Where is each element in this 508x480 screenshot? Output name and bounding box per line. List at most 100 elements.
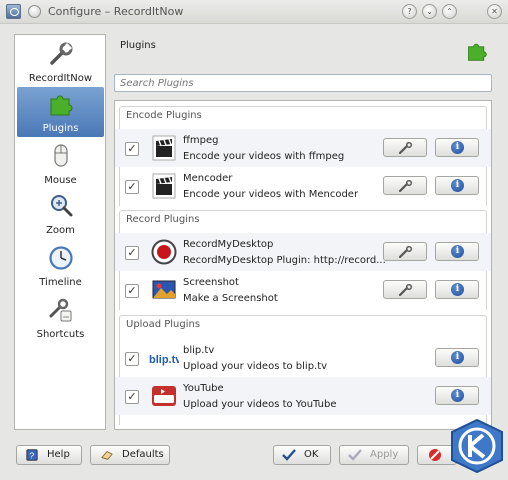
youtube-logo	[152, 386, 176, 406]
group-title: Upload Plugins	[126, 319, 201, 330]
plugin-row-screenshot: ✓ Screenshot Make a Screenshot i	[115, 271, 491, 309]
record-icon	[151, 239, 177, 265]
sidebar-item-zoom[interactable]: Zoom	[17, 189, 104, 239]
info-icon: i	[451, 245, 464, 258]
configure-plugin-button[interactable]	[383, 280, 427, 299]
plugin-description: Encode your videos with ffmpeg	[183, 151, 345, 162]
title-bar: Configure – RecordItNow ? ⌄ ⌃ ✕	[0, 0, 508, 24]
plugin-row-ffmpeg: ✓ ffmpeg Encode your videos with ffmpeg …	[115, 129, 491, 167]
checkmark-icon	[348, 449, 362, 461]
sidebar-item-label: Shortcuts	[36, 329, 85, 340]
sidebar-item-label: Plugins	[42, 123, 79, 134]
help-book-icon: ?	[26, 449, 38, 461]
info-icon: i	[451, 141, 464, 154]
plugin-checkbox[interactable]: ✓	[125, 142, 139, 156]
configure-plugin-button[interactable]	[383, 176, 427, 195]
plugin-row-youtube: ✓ YouTube Upload your videos to YouTube …	[115, 377, 491, 415]
plugin-info-button[interactable]: i	[435, 176, 479, 195]
puzzle-icon	[468, 43, 487, 61]
group-title: Encode Plugins	[126, 110, 202, 121]
plugin-info-button[interactable]: i	[435, 138, 479, 157]
sidebar-item-label: Mouse	[44, 175, 77, 186]
close-button[interactable]: ✕	[487, 4, 502, 19]
window-title: Configure – RecordItNow	[48, 5, 184, 18]
info-icon: i	[451, 179, 464, 192]
plugin-name: ffmpeg	[183, 135, 219, 146]
plugin-checkbox[interactable]: ✓	[125, 246, 139, 260]
plugin-row-mencoder: ✓ Mencoder Encode your videos with Menco…	[115, 167, 491, 205]
plugin-description: Encode your videos with Mencoder	[183, 189, 359, 200]
clock-icon	[49, 246, 73, 270]
kde-logo	[451, 418, 503, 474]
shortcuts-icon	[49, 298, 72, 322]
plugin-name: RecordMyDesktop	[183, 239, 274, 250]
sidebar-item-shortcuts[interactable]: Shortcuts	[17, 293, 104, 343]
checkmark-icon	[282, 449, 296, 461]
page-title: Plugins	[120, 40, 156, 51]
plugin-info-button[interactable]: i	[435, 348, 479, 367]
group-title: Record Plugins	[126, 214, 200, 225]
info-icon: i	[451, 389, 464, 402]
sidebar-item-timeline[interactable]: Timeline	[17, 241, 104, 291]
wrench-icon	[399, 180, 413, 192]
magnifier-icon	[51, 195, 73, 217]
maximize-button[interactable]: ⌃	[442, 4, 457, 19]
wrench-icon	[399, 246, 413, 258]
plugin-checkbox[interactable]: ✓	[125, 180, 139, 194]
sidebar-item-label: Zoom	[46, 225, 75, 236]
window-menu-icon[interactable]	[28, 5, 41, 18]
category-sidebar: RecordItNow Plugins Mouse Zoom Timeline	[14, 34, 106, 430]
plugin-info-button[interactable]: i	[435, 242, 479, 261]
wrench-icon	[399, 284, 413, 296]
app-icon[interactable]	[6, 4, 21, 19]
svg-text:?: ?	[29, 450, 34, 460]
configure-plugin-button[interactable]	[383, 138, 427, 157]
mouse-icon	[54, 144, 68, 167]
defaults-label: Defaults	[122, 449, 164, 460]
eraser-icon	[101, 451, 113, 460]
ok-label: OK	[304, 449, 319, 460]
clapperboard-icon	[152, 173, 176, 199]
plugin-name: Mencoder	[183, 173, 233, 184]
defaults-button[interactable]: Defaults	[90, 445, 170, 465]
plugin-description: RecordMyDesktop Plugin: http://record...	[183, 255, 386, 266]
configure-plugin-button[interactable]	[383, 242, 427, 261]
sidebar-item-label: Timeline	[39, 277, 82, 288]
sidebar-item-label: RecordItNow	[28, 73, 93, 84]
help-label: Help	[47, 449, 70, 460]
svg-text:blip.tv: blip.tv	[149, 354, 179, 366]
info-icon: i	[451, 283, 464, 296]
puzzle-icon	[50, 95, 73, 116]
plugin-description: Upload your videos to YouTube	[183, 399, 337, 410]
apply-label: Apply	[370, 449, 399, 460]
clapperboard-icon	[152, 135, 176, 161]
ok-button[interactable]: OK	[273, 445, 331, 465]
screenshot-icon	[152, 280, 176, 299]
plugin-info-button[interactable]: i	[435, 280, 479, 299]
search-input[interactable]	[114, 74, 492, 92]
plugin-name: Screenshot	[183, 277, 239, 288]
plugin-info-button[interactable]: i	[435, 386, 479, 405]
info-icon: i	[451, 351, 464, 364]
plugin-list: Encode Plugins ✓ ffmpeg Encode your vide…	[114, 100, 492, 430]
plugin-name: YouTube	[183, 383, 224, 394]
plugin-row-recordmydesktop: ✓ RecordMyDesktop RecordMyDesktop Plugin…	[115, 233, 491, 271]
plugin-row-bliptv: ✓ blip.tv blip.tv Upload your videos to …	[115, 339, 491, 377]
plugin-description: Make a Screenshot	[183, 293, 278, 304]
plugin-checkbox[interactable]: ✓	[125, 352, 139, 366]
sidebar-item-plugins[interactable]: Plugins	[17, 87, 104, 137]
help-title-button[interactable]: ?	[402, 4, 417, 19]
wrench-icon	[399, 142, 413, 154]
minimize-button[interactable]: ⌄	[422, 4, 437, 19]
bliptv-logo: blip.tv	[149, 354, 179, 366]
plugin-checkbox[interactable]: ✓	[125, 390, 139, 404]
plugin-checkbox[interactable]: ✓	[125, 284, 139, 298]
help-button[interactable]: ? Help	[16, 445, 82, 465]
apply-button[interactable]: Apply	[339, 445, 409, 465]
plugin-description: Upload your videos to blip.tv	[183, 361, 328, 372]
plugin-name: blip.tv	[183, 345, 215, 356]
sidebar-item-recorditnow[interactable]: RecordItNow	[17, 37, 104, 87]
sidebar-item-mouse[interactable]: Mouse	[17, 139, 104, 189]
wrench-icon	[50, 42, 73, 65]
cancel-icon	[429, 449, 441, 461]
